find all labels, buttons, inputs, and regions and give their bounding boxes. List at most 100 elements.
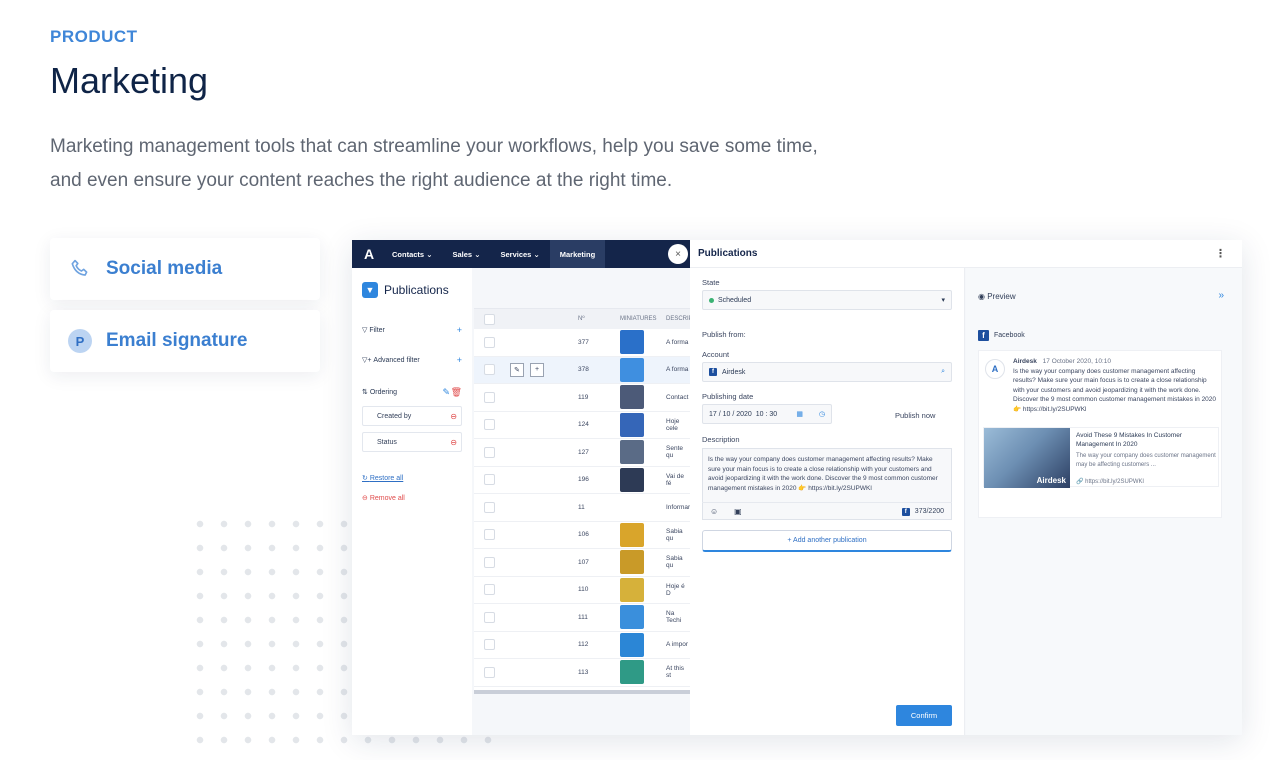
remove-all-link[interactable]: ⊖ Remove all xyxy=(362,494,405,502)
row-checkbox[interactable] xyxy=(484,666,495,678)
nav-services[interactable]: Services ⌄ xyxy=(490,240,549,268)
trash-icon[interactable]: 🗑 xyxy=(451,387,462,398)
order-chip-status[interactable]: Status ⊖ xyxy=(362,432,462,452)
state-value: Scheduled xyxy=(718,296,752,304)
row-checkbox[interactable] xyxy=(484,419,495,431)
row-description: Informar xyxy=(666,503,691,511)
table-row[interactable]: 113 At this st xyxy=(474,659,690,687)
publishing-date-field[interactable]: 17 / 10 / 2020 10 : 30 ▦ ◷ xyxy=(702,404,832,424)
add-publication-button[interactable]: + Add another publication xyxy=(702,530,952,552)
row-description: Hoje cele xyxy=(666,417,680,432)
clock-icon[interactable]: ◷ xyxy=(819,410,825,418)
restore-icon: ↻ xyxy=(362,475,370,482)
more-options-icon[interactable]: ⋮ xyxy=(1215,247,1226,260)
remove-circle-icon[interactable]: ⊖ xyxy=(450,412,457,421)
row-checkbox[interactable] xyxy=(484,446,495,458)
status-dot-icon xyxy=(709,297,714,303)
row-number: 111 xyxy=(578,613,588,621)
feature-card-social-media[interactable]: Social media xyxy=(50,238,320,300)
row-checkbox[interactable] xyxy=(484,639,495,651)
edit-icon[interactable]: ✎ xyxy=(442,387,450,398)
table-row[interactable]: 196 Vai de fé xyxy=(474,467,690,494)
emoji-icon[interactable]: ☺ xyxy=(710,507,718,516)
advanced-filter-row[interactable]: ▽+ Advanced filter + xyxy=(362,355,462,365)
ordering-row[interactable]: ⇅ Ordering ✎ 🗑 xyxy=(362,387,462,398)
row-thumbnail xyxy=(620,522,644,547)
row-description: Sabia qu xyxy=(666,527,683,542)
select-all-checkbox[interactable] xyxy=(484,313,495,325)
close-button[interactable]: × xyxy=(668,244,688,264)
row-checkbox[interactable] xyxy=(484,474,495,486)
nav-marketing[interactable]: Marketing xyxy=(549,240,606,268)
column-miniatures[interactable]: MINIATURES xyxy=(620,316,657,322)
row-checkbox[interactable] xyxy=(484,501,495,513)
add-advanced-filter-icon[interactable]: + xyxy=(457,355,462,365)
row-checkbox[interactable] xyxy=(484,391,495,403)
table-row[interactable]: 106 Sabia qu xyxy=(474,522,690,549)
created-by-label: Created by xyxy=(377,412,412,420)
image-icon[interactable]: ▣ xyxy=(734,507,742,516)
account-field[interactable]: f Airdesk ⌕ xyxy=(702,362,952,382)
date-value: 17 / 10 / 2020 xyxy=(709,410,752,418)
publish-from-label: Publish from: xyxy=(702,330,746,339)
remove-circle-icon[interactable]: ⊖ xyxy=(450,438,457,447)
description-line-1: Marketing management tools that can stre… xyxy=(50,136,818,157)
page-description: Marketing management tools that can stre… xyxy=(50,130,910,198)
row-checkbox[interactable] xyxy=(484,556,495,568)
publish-now-button[interactable]: Publish now xyxy=(895,411,935,420)
link-url: https://bit.ly/2SUPWKl xyxy=(1085,479,1144,485)
table-row[interactable]: 11 Informar xyxy=(474,494,690,522)
row-checkbox[interactable] xyxy=(484,336,495,348)
p-badge-icon: P xyxy=(68,329,92,353)
nav-sales[interactable]: Sales ⌄ xyxy=(442,240,490,268)
add-filter-icon[interactable]: + xyxy=(457,325,462,335)
table-row[interactable]: ✎ +378 A forma xyxy=(474,356,690,384)
table-row[interactable]: 377 A forma xyxy=(474,329,690,357)
ordering-label: Ordering xyxy=(369,388,398,396)
order-chip-created-by[interactable]: Created by ⊖ xyxy=(362,406,462,426)
horizontal-scrollbar[interactable] xyxy=(474,690,690,694)
table-row[interactable]: 110 Hoje é D xyxy=(474,577,690,604)
nav-label: Sales xyxy=(452,249,473,259)
row-description: Sente qu xyxy=(666,445,683,460)
row-number: 107 xyxy=(578,558,589,566)
restore-all-link[interactable]: ↻ Restore all xyxy=(362,474,403,482)
confirm-button[interactable]: Confirm xyxy=(896,705,952,726)
post-body: Airdesk 17 October 2020, 10:10 Is the wa… xyxy=(1013,357,1219,414)
description-line-2: and even ensure your content reaches the… xyxy=(50,170,673,191)
add-icon[interactable]: + xyxy=(530,362,544,377)
row-checkbox[interactable] xyxy=(484,611,495,623)
app-logo[interactable]: A xyxy=(356,240,382,268)
row-checkbox[interactable] xyxy=(484,364,495,376)
feature-label-email-signature: Email signature xyxy=(106,330,248,351)
column-number[interactable]: Nº xyxy=(578,316,585,322)
table-row[interactable]: 127 Sente qu xyxy=(474,439,690,467)
filter-row[interactable]: ▽ Filter + xyxy=(362,325,462,335)
state-select[interactable]: Scheduled ▾ xyxy=(702,290,952,310)
sort-icon: ⇅ xyxy=(362,389,370,396)
table-row[interactable]: 124 Hoje cele xyxy=(474,412,690,439)
calendar-icon[interactable]: ▦ xyxy=(796,410,803,418)
table-row[interactable]: 111 Na Techi xyxy=(474,604,690,632)
row-number: 11 xyxy=(578,503,585,511)
top-nav: A Contacts ⌄ Sales ⌄ Services ⌄ Marketin… xyxy=(352,240,690,268)
row-checkbox[interactable] xyxy=(484,584,495,596)
table-row[interactable]: 112 A impor xyxy=(474,632,690,659)
chevron-down-icon: ⌄ xyxy=(426,249,433,259)
collapse-chevron-icon[interactable]: » xyxy=(1218,290,1224,301)
row-checkbox[interactable] xyxy=(484,529,495,541)
row-thumbnail xyxy=(620,632,644,657)
edit-icon[interactable]: ✎ xyxy=(510,362,524,377)
row-description: A forma xyxy=(666,338,689,346)
column-description[interactable]: DESCRIP xyxy=(666,316,693,322)
nav-label: Services xyxy=(500,249,532,259)
search-icon[interactable]: ⌕ xyxy=(941,368,945,376)
feature-card-email-signature[interactable]: P Email signature xyxy=(50,310,320,372)
table-row[interactable]: 107 Sabia qu xyxy=(474,549,690,577)
nav-contacts[interactable]: Contacts ⌄ xyxy=(382,240,442,268)
filter-funnel-icon: ▼ xyxy=(362,282,378,298)
description-text: Is the way your company does customer ma… xyxy=(708,456,938,492)
row-description: Hoje é D xyxy=(666,582,685,597)
table-row[interactable]: 119 Contact xyxy=(474,384,690,412)
link-preview[interactable]: Airdesk Avoid These 9 Mistakes In Custom… xyxy=(983,427,1219,488)
